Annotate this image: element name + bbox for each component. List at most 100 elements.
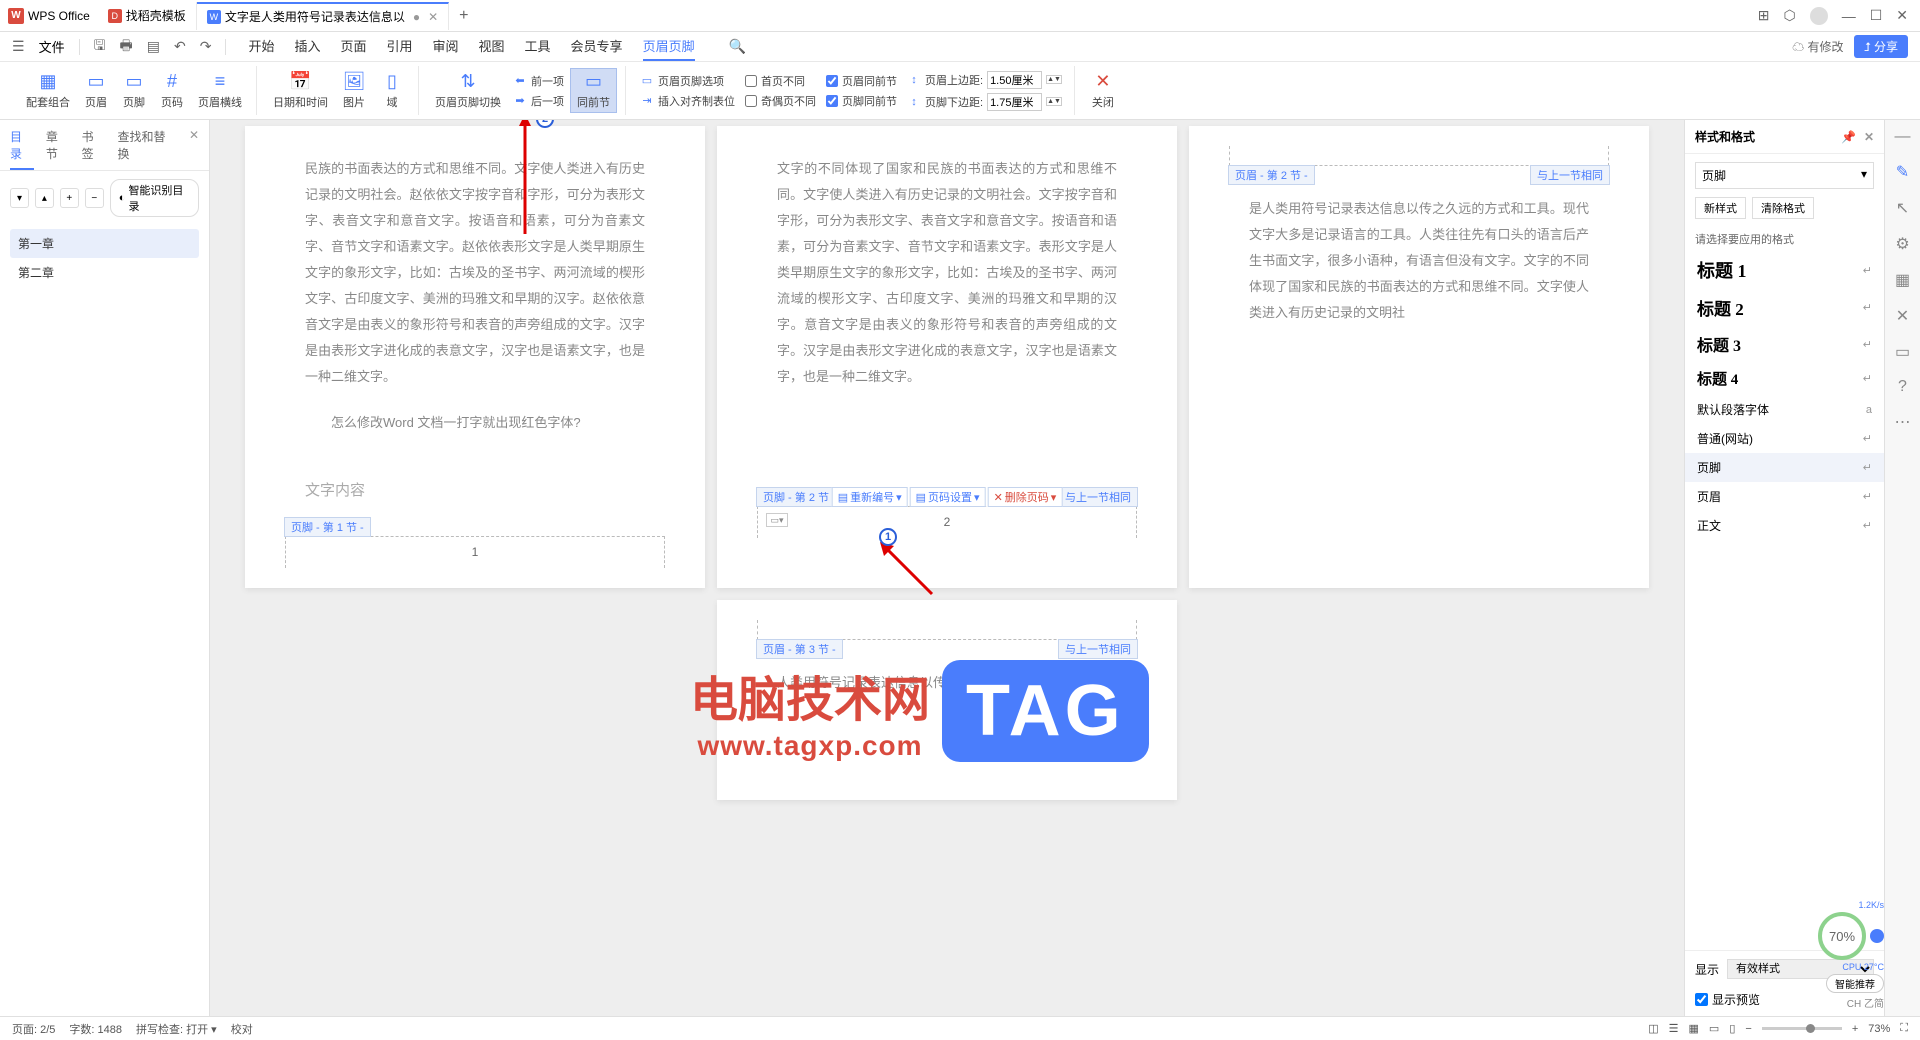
tab-page[interactable]: 页面 — [340, 32, 366, 61]
toc-item[interactable]: 第一章 — [10, 229, 199, 258]
page-indicator[interactable]: 页面: 2/5 — [12, 1021, 55, 1037]
style-item[interactable]: 普通(网站)↵ — [1685, 424, 1884, 453]
save-icon[interactable]: 🖫 — [94, 35, 106, 59]
zoom-slider[interactable] — [1762, 1027, 1842, 1030]
select-icon[interactable]: ↖ — [1896, 198, 1909, 218]
left-tab-bookmark[interactable]: 书签 — [82, 128, 106, 170]
footer-region[interactable]: 页脚 - 第 1 节 - 1 — [285, 536, 665, 568]
style-item[interactable]: 页脚↵ — [1685, 453, 1884, 482]
remove-button[interactable]: − — [85, 188, 104, 208]
field-button[interactable]: ▯域 — [374, 69, 410, 112]
preview-checkbox[interactable] — [1695, 993, 1708, 1006]
add-button[interactable]: + — [60, 188, 79, 208]
prev-button[interactable]: ⬅前一项 — [509, 72, 568, 90]
tab-insert[interactable]: 插入 — [294, 32, 320, 61]
zoom-in[interactable]: + — [1852, 1023, 1858, 1035]
tab-tools[interactable]: 工具 — [525, 32, 551, 61]
renumber-button[interactable]: ▤ 重新编号 ▾ — [832, 487, 908, 507]
collapse-button[interactable]: ▾ — [10, 188, 29, 208]
print-icon[interactable]: 🖶 — [120, 35, 133, 59]
left-tab-chapter[interactable]: 章节 — [46, 128, 70, 170]
view-icon[interactable]: ▯ — [1729, 1022, 1735, 1035]
book-icon[interactable]: ▭ — [1895, 342, 1910, 362]
close-button[interactable]: ✕ — [1896, 7, 1908, 24]
footer-button[interactable]: ▭页脚 — [116, 69, 152, 112]
image-button[interactable]: 🖼图片 — [336, 69, 372, 112]
more-icon[interactable]: ⋯ — [1895, 412, 1911, 432]
hf-options[interactable]: ▭页眉页脚选项 — [636, 72, 739, 90]
document-area[interactable]: 2 1 电脑技术网 www.tagxp.com TAG 民族的书面表达的方式和思… — [210, 120, 1684, 1016]
left-tab-toc[interactable]: 目录 — [10, 128, 34, 170]
app-icon[interactable]: ⊞ — [1758, 7, 1770, 24]
header-region[interactable]: 页眉 - 第 3 节 - 与上一节相同 — [757, 620, 1137, 640]
preview-icon[interactable]: ▤ — [147, 38, 160, 55]
hline-button[interactable]: ≡页眉横线 — [192, 69, 248, 112]
zoom-value[interactable]: 73% — [1868, 1023, 1890, 1035]
insert-align[interactable]: ⇥插入对齐制表位 — [636, 92, 739, 110]
settings-icon[interactable]: ⚙ — [1895, 234, 1909, 254]
pagenum-settings-button[interactable]: ▤ 页码设置 ▾ — [910, 487, 986, 507]
footer-region[interactable]: 页脚 - 第 2 节 - 与上一节相同 ▤ 重新编号 ▾ ▤ 页码设置 ▾ ✕ … — [757, 506, 1137, 538]
next-button[interactable]: ➡后一项 — [509, 92, 568, 110]
close-icon[interactable]: ✕ — [1864, 130, 1874, 144]
tab-member[interactable]: 会员专享 — [571, 32, 623, 61]
view-icon[interactable]: ▦ — [1689, 1022, 1699, 1035]
tab-document[interactable]: W 文字是人类用符号记录表达信息以 ● ✕ — [197, 2, 449, 30]
view-icon[interactable]: ◫ — [1648, 1022, 1658, 1035]
undo-icon[interactable]: ↶ — [174, 38, 186, 55]
perf-dot-icon[interactable] — [1870, 929, 1884, 943]
style-item[interactable]: 标题 4↵ — [1685, 362, 1884, 395]
footer-tab-icon[interactable]: ▭▾ — [766, 513, 788, 527]
collapse-icon[interactable]: — — [1895, 128, 1911, 146]
view-icon[interactable]: ☰ — [1669, 1022, 1679, 1035]
help-icon[interactable]: ? — [1898, 378, 1907, 396]
new-tab-button[interactable]: + — [449, 7, 478, 25]
switch-button[interactable]: ⇅页眉页脚切换 — [429, 69, 507, 112]
first-diff-check[interactable]: 首页不同 — [741, 72, 820, 90]
close-icon[interactable]: ✕ — [189, 128, 199, 170]
smart-toc-button[interactable]: ◐ 智能识别目录 — [110, 179, 199, 217]
cube-icon[interactable]: ⬡ — [1783, 7, 1795, 24]
minimize-button[interactable]: — — [1842, 8, 1856, 24]
zoom-out[interactable]: − — [1745, 1023, 1751, 1035]
view-icon[interactable]: ▭ — [1709, 1022, 1719, 1035]
new-style-button[interactable]: 新样式 — [1695, 197, 1746, 219]
header-same-check[interactable]: 页眉同前节 — [822, 72, 901, 90]
edit-icon[interactable]: ✎ — [1896, 162, 1909, 182]
style-item[interactable]: 页眉↵ — [1685, 482, 1884, 511]
proof[interactable]: 校对 — [231, 1021, 253, 1037]
maximize-button[interactable]: ☐ — [1870, 7, 1883, 24]
tab-templates[interactable]: D 找稻壳模板 — [98, 2, 197, 30]
spell-check[interactable]: 拼写检查: 打开 ▾ — [136, 1021, 217, 1037]
sameprev-button[interactable]: ▭同前节 — [570, 68, 617, 113]
footer-bot-dist[interactable]: ↕页脚下边距:▲▼ — [903, 92, 1066, 112]
style-item[interactable]: 标题 2↵ — [1685, 289, 1884, 326]
fit-icon[interactable]: ⛶ — [1900, 1022, 1908, 1035]
header-top-dist[interactable]: ↕页眉上边距:▲▼ — [903, 70, 1066, 90]
header-region[interactable]: 页眉 - 第 2 节 - 与上一节相同 — [1229, 146, 1609, 166]
avatar-icon[interactable] — [1810, 7, 1828, 25]
toc-item[interactable]: 第二章 — [10, 258, 199, 287]
datetime-button[interactable]: 📅日期和时间 — [267, 69, 334, 112]
perf-circle[interactable]: 70% — [1818, 912, 1866, 960]
layout-icon[interactable]: ▦ — [1895, 270, 1910, 290]
menu-icon[interactable]: ☰ — [12, 38, 25, 55]
style-item[interactable]: 正文↵ — [1685, 511, 1884, 540]
style-item[interactable]: 默认段落字体a — [1685, 395, 1884, 424]
tools-icon[interactable]: ✕ — [1896, 306, 1909, 326]
clear-format-button[interactable]: 清除格式 — [1752, 197, 1814, 219]
style-item[interactable]: 标题 3↵ — [1685, 326, 1884, 362]
redo-icon[interactable]: ↷ — [200, 38, 212, 55]
delete-pagenum-button[interactable]: ✕ 删除页码 ▾ — [988, 487, 1063, 507]
expand-button[interactable]: ▴ — [35, 188, 54, 208]
tab-review[interactable]: 审阅 — [433, 32, 459, 61]
pagenum-button[interactable]: #页码 — [154, 69, 190, 112]
file-menu[interactable]: 文件 — [39, 37, 65, 56]
share-button[interactable]: ⮥ 分享 — [1854, 35, 1908, 58]
footer-same-check[interactable]: 页脚同前节 — [822, 92, 901, 110]
tab-ref[interactable]: 引用 — [386, 32, 412, 61]
close-icon[interactable]: ✕ — [428, 10, 438, 24]
word-count[interactable]: 字数: 1488 — [69, 1021, 122, 1037]
left-tab-find[interactable]: 查找和替换 — [117, 128, 177, 170]
cloud-modified[interactable]: ☁ 有修改 — [1792, 38, 1843, 55]
